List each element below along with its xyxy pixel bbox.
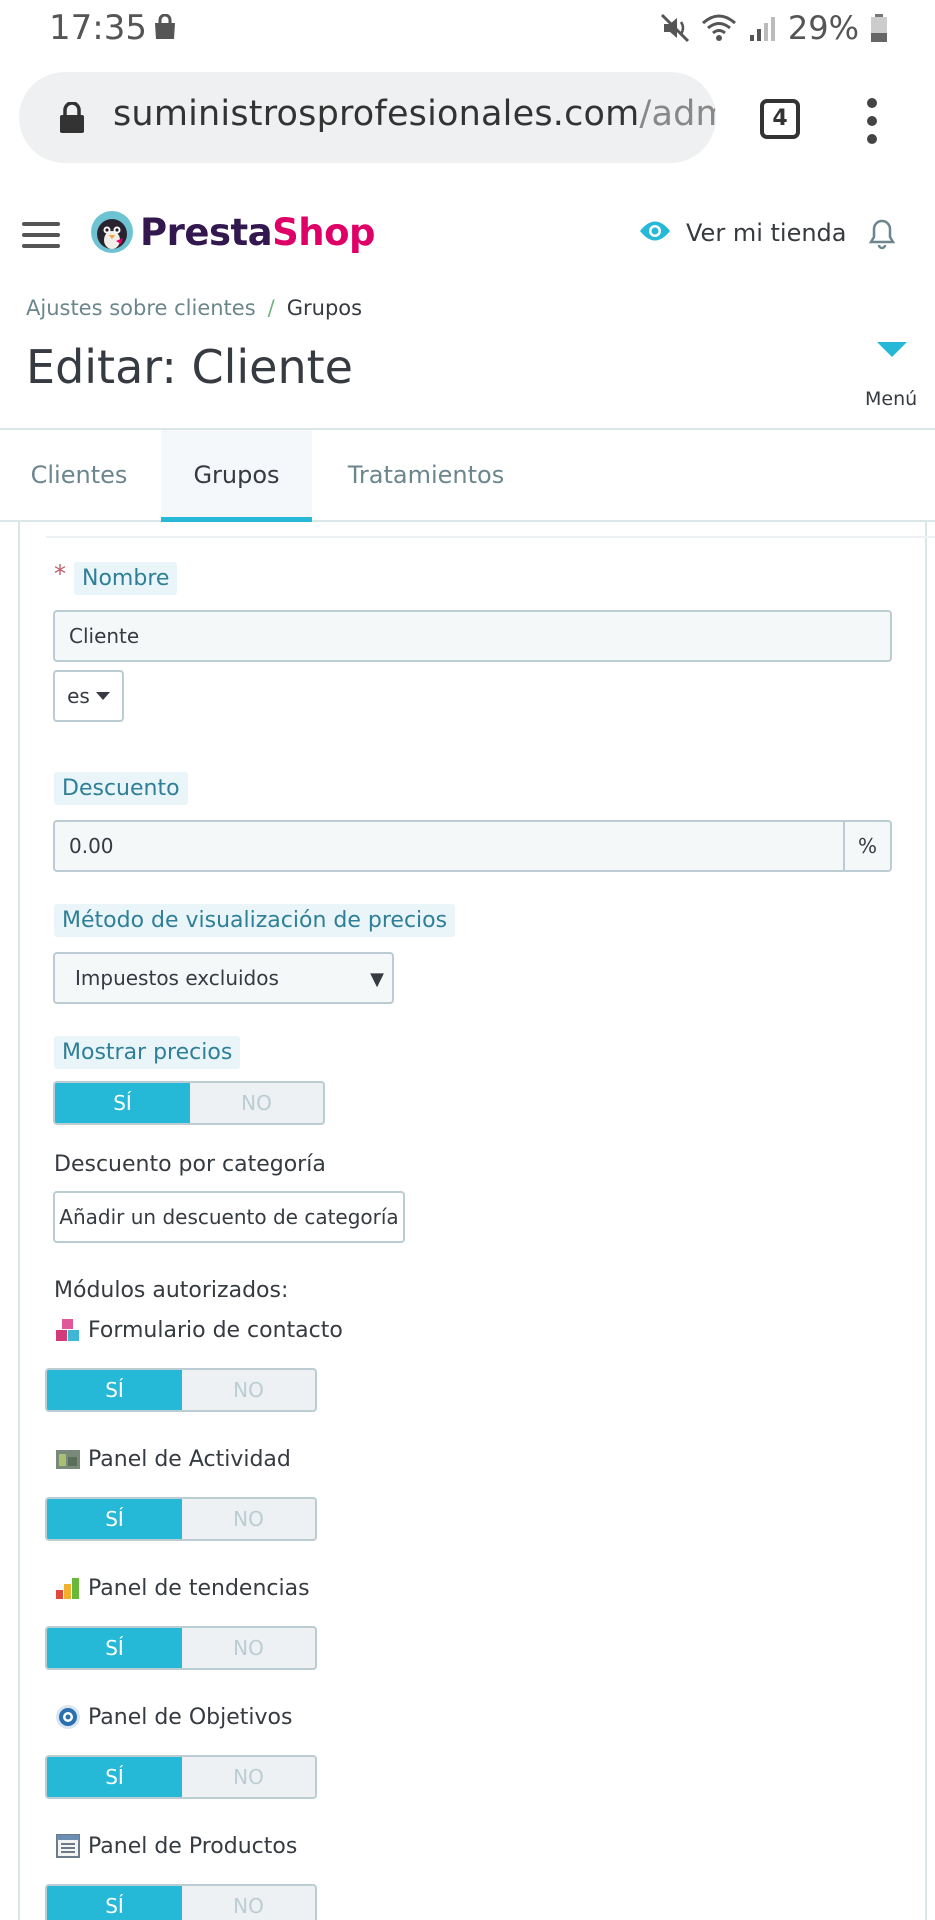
page-title: Editar: Cliente (26, 340, 353, 394)
admin-header: PrestaShop Ver mi tienda (0, 182, 935, 282)
tabs-bar: Clientes Grupos Tratamientos (0, 428, 935, 522)
switch-yes[interactable]: SÍ (47, 1628, 182, 1668)
module-item: Formulario de contacto (54, 1316, 343, 1344)
signal-icon (749, 17, 775, 41)
show-prices-switch[interactable]: SÍ NO (53, 1081, 325, 1125)
add-category-discount-button[interactable]: Añadir un descuento de categoría (53, 1191, 405, 1243)
switch-yes[interactable]: SÍ (47, 1757, 182, 1797)
switch-yes[interactable]: SÍ (55, 1083, 190, 1123)
module-name: Panel de Productos (88, 1833, 298, 1859)
category-discount-label: Descuento por categoría (54, 1152, 326, 1177)
module-item: Panel de Productos (54, 1832, 297, 1860)
menu-toggle-button[interactable]: Menú (862, 338, 922, 410)
panel-divider (46, 536, 935, 538)
url-path: /adm (639, 94, 716, 134)
switch-no[interactable]: NO (182, 1499, 315, 1539)
switch-yes[interactable]: SÍ (47, 1499, 182, 1539)
eye-icon[interactable] (639, 220, 671, 242)
switch-yes[interactable]: SÍ (47, 1886, 182, 1920)
module-item: Panel de tendencias (54, 1574, 310, 1602)
module-switch-trends[interactable]: SÍ NO (45, 1626, 317, 1670)
caret-down-icon (95, 692, 110, 700)
tab-switcher-button[interactable]: 4 (760, 99, 800, 139)
products-panel-icon (56, 1834, 80, 1858)
prestashop-logo-icon (91, 211, 133, 253)
contact-form-icon (56, 1319, 79, 1341)
switch-no[interactable]: NO (182, 1370, 315, 1410)
name-label: Nombre (74, 562, 178, 595)
switch-no[interactable]: NO (182, 1628, 315, 1668)
switch-no[interactable]: NO (182, 1757, 315, 1797)
language-code: es (67, 684, 90, 708)
url-text: suministrosprofesionales.com/adm (113, 94, 716, 134)
group-form-panel: * Nombre Cliente es Descuento 0.00 % Mét… (18, 522, 935, 1920)
clock: 17:35 (49, 8, 147, 48)
module-name: Panel de Actividad (88, 1446, 291, 1472)
breadcrumb-parent[interactable]: Ajustes sobre clientes (26, 296, 256, 320)
module-switch-activity[interactable]: SÍ NO (45, 1497, 317, 1541)
goals-panel-icon (56, 1705, 80, 1729)
name-input[interactable]: Cliente (53, 610, 892, 662)
logo-text-presta: Presta (140, 211, 273, 254)
dropdown-arrow-icon: ▼ (370, 969, 384, 990)
price-display-value: Impuestos excluidos (75, 966, 279, 990)
percent-addon: % (845, 820, 892, 872)
price-display-label: Método de visualización de precios (54, 904, 456, 937)
module-name: Panel de Objetivos (88, 1704, 293, 1730)
browser-toolbar: suministrosprofesionales.com/adm 4 (0, 60, 935, 182)
status-bar: 17:35 29% (0, 0, 935, 60)
mute-icon (660, 13, 689, 43)
language-dropdown[interactable]: es (53, 670, 124, 722)
activity-panel-icon (56, 1450, 80, 1469)
module-name: Panel de tendencias (88, 1575, 310, 1601)
address-bar[interactable]: suministrosprofesionales.com/adm (19, 72, 716, 163)
modules-label: Módulos autorizados: (54, 1278, 289, 1303)
battery-icon (871, 14, 887, 42)
discount-label: Descuento (54, 772, 188, 805)
trends-panel-icon (56, 1578, 79, 1599)
view-store-link[interactable]: Ver mi tienda (686, 219, 847, 247)
tab-tratamientos[interactable]: Tratamientos (330, 430, 522, 522)
tab-grupos[interactable]: Grupos (161, 430, 312, 522)
switch-yes[interactable]: SÍ (47, 1370, 182, 1410)
prestashop-logo-text: PrestaShop (140, 211, 376, 254)
breadcrumb: Ajustes sobre clientes / Grupos (26, 296, 362, 320)
required-mark: * (54, 560, 66, 588)
lock-icon (60, 102, 84, 133)
logo-text-shop: Shop (272, 211, 376, 254)
status-icons: 29% (660, 8, 889, 48)
caret-down-icon (877, 342, 907, 357)
switch-no[interactable]: NO (190, 1083, 323, 1123)
module-switch-goals[interactable]: SÍ NO (45, 1755, 317, 1799)
bell-icon[interactable] (868, 218, 896, 250)
battery-percent: 29% (787, 9, 859, 47)
hamburger-menu-icon[interactable] (22, 222, 60, 248)
module-item: Panel de Objetivos (54, 1703, 292, 1731)
shopping-bag-icon (155, 14, 175, 39)
menu-label: Menú (865, 388, 918, 410)
tab-clientes[interactable]: Clientes (0, 430, 158, 522)
price-display-select[interactable]: Impuestos excluidos ▼ (53, 952, 394, 1004)
module-item: Panel de Actividad (54, 1445, 291, 1473)
browser-menu-icon[interactable] (862, 96, 882, 146)
switch-no[interactable]: NO (182, 1886, 315, 1920)
show-prices-label: Mostrar precios (54, 1036, 241, 1069)
discount-input[interactable]: 0.00 (53, 820, 845, 872)
wifi-icon (701, 14, 736, 41)
module-switch-contact-form[interactable]: SÍ NO (45, 1368, 317, 1412)
breadcrumb-current[interactable]: Grupos (287, 296, 362, 320)
module-switch-products[interactable]: SÍ NO (45, 1884, 317, 1920)
url-domain: suministrosprofesionales.com (113, 94, 640, 134)
breadcrumb-separator: / (267, 296, 275, 320)
module-name: Formulario de contacto (88, 1317, 343, 1343)
